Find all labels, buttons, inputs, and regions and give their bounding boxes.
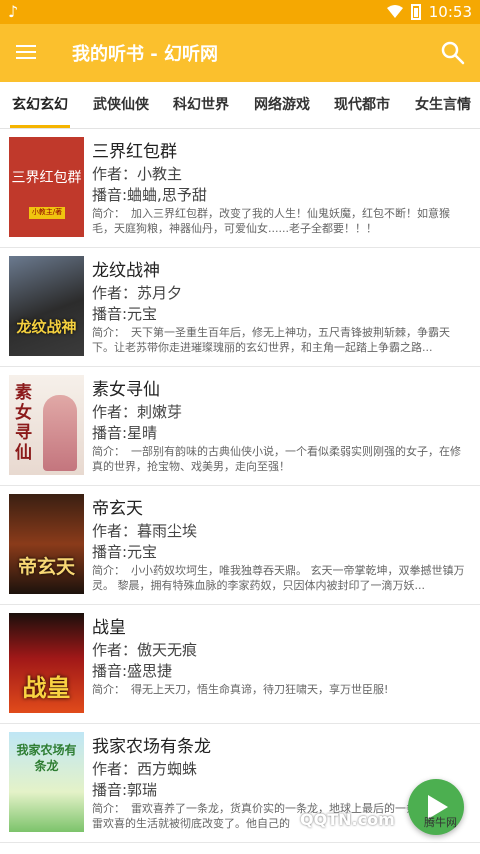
book-author: 作者：刺嫩芽 [92, 403, 183, 421]
book-description: 简介： 得无上天刀，悟生命真谛，待刀狂啸天，享万世臣服! [92, 683, 389, 696]
watermark-text: 腾牛网 [424, 816, 457, 829]
book-author: 作者：傲天无痕 [92, 641, 198, 659]
book-title: 我家农场有条龙 [92, 737, 211, 757]
status-time: 10:53 [428, 3, 472, 21]
book-description: 简介： 加入三界红包群，改变了我的人生！仙鬼妖魔，红包不断！如意猴毛，天庭狗粮，神… [92, 207, 450, 235]
tab-kehuan[interactable]: 科幻世界 [173, 82, 229, 128]
list-item[interactable]: 三界红包群 小教主/著 三界红包群 作者：小教主 播音:蛐蛐,思予甜 简介： 加入… [0, 129, 480, 248]
wifi-icon [386, 5, 403, 18]
list-item[interactable]: 帝玄天 帝玄天 作者：暮雨尘埃 播音:元宝 简介： 小小药奴坎坷生，唯我独尊吞天鼎… [0, 486, 480, 605]
tab-dushi[interactable]: 现代都市 [334, 82, 390, 128]
list-item[interactable]: 素女寻仙 素女寻仙 作者：刺嫩芽 播音:星晴 简介： 一部别有韵味的古典仙侠小说，… [0, 367, 480, 486]
book-cover: 三界红包群 小教主/著 [9, 137, 84, 237]
tab-xuanhuan[interactable]: 玄幻玄幻 [10, 82, 70, 128]
book-narrator: 播音:蛐蛐,思予甜 [92, 186, 207, 204]
book-list: 三界红包群 小教主/著 三界红包群 作者：小教主 播音:蛐蛐,思予甜 简介： 加入… [0, 129, 480, 843]
book-title: 素女寻仙 [92, 380, 160, 400]
tab-wuxia[interactable]: 武侠仙侠 [93, 82, 149, 128]
book-description: 简介： 一部别有韵味的古典仙侠小说，一个看似柔弱实则刚强的女子，在修真的世界，抢宝… [92, 445, 461, 473]
book-cover: 战皇 [9, 613, 84, 713]
book-title: 三界红包群 [92, 142, 177, 162]
battery-icon [410, 4, 421, 20]
list-item[interactable]: 战皇 战皇 作者：傲天无痕 播音:盛思捷 简介： 得无上天刀，悟生命真谛，待刀狂啸… [0, 605, 480, 724]
book-narrator: 播音:元宝 [92, 305, 158, 323]
book-cover: 龙纹战神 [9, 256, 84, 356]
book-title: 战皇 [92, 618, 126, 638]
hamburger-menu-icon[interactable] [14, 41, 38, 65]
app-title: 我的听书 - 幻听网 [72, 44, 219, 65]
music-note-icon: ♪ [8, 2, 19, 21]
book-author: 作者：暮雨尘埃 [92, 522, 198, 540]
book-narrator: 播音:元宝 [92, 543, 158, 561]
book-description: 简介： 小小药奴坎坷生，唯我独尊吞天鼎。 玄天一帝掌乾坤，双拳撼世镇万灵。 黎晨，… [92, 564, 465, 592]
category-tabs: 玄幻玄幻 武侠仙侠 科幻世界 网络游戏 现代都市 女生言情 [0, 82, 480, 129]
book-title: 龙纹战神 [92, 261, 160, 281]
list-item[interactable]: 我家农场有条龙 我家农场有条龙 作者：西方蜘蛛 播音:郭瑞 简介： 雷欢喜养了一条… [0, 724, 480, 843]
tab-wangyou[interactable]: 网络游戏 [254, 82, 310, 128]
list-item[interactable]: 龙纹战神 龙纹战神 作者：苏月夕 播音:元宝 简介： 天下第一圣重生百年后，修无上… [0, 248, 480, 367]
book-author: 作者：苏月夕 [92, 284, 183, 302]
tab-yanqing[interactable]: 女生言情 [415, 82, 471, 128]
book-narrator: 播音:郭瑞 [92, 781, 158, 799]
search-icon[interactable] [440, 40, 466, 66]
book-cover: 帝玄天 [9, 494, 84, 594]
book-cover: 素女寻仙 [9, 375, 84, 475]
book-title: 帝玄天 [92, 499, 143, 519]
app-bar: 我的听书 - 幻听网 [0, 24, 480, 82]
watermark-logo: QQTN.com [300, 810, 395, 829]
book-cover: 我家农场有条龙 [9, 732, 84, 832]
book-narrator: 播音:盛思捷 [92, 662, 173, 680]
book-description: 简介： 天下第一圣重生百年后，修无上神功，五尺青锋披荆斩棘，争霸天下。让老苏带你走… [92, 326, 450, 354]
book-author: 作者：西方蜘蛛 [92, 760, 198, 778]
book-narrator: 播音:星晴 [92, 424, 158, 442]
book-author: 作者：小教主 [92, 165, 183, 183]
status-bar: ♪ 10:53 [0, 0, 480, 24]
